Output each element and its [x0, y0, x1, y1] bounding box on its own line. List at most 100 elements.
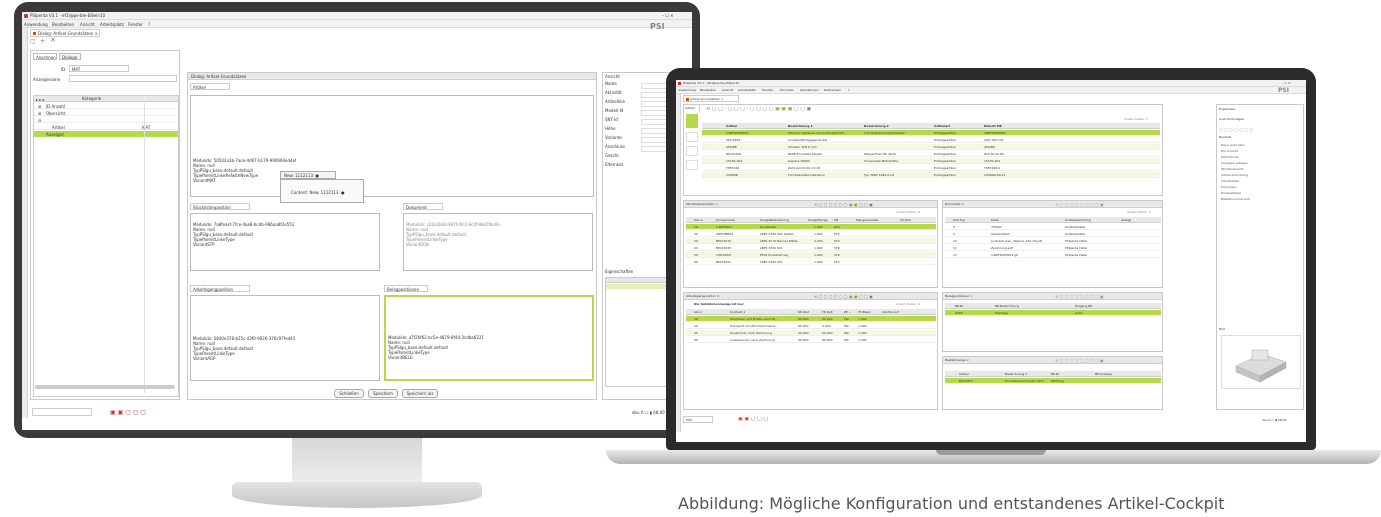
doku-table: Dok.Typ Datei Kurzbezeichnung Ablage 3 78… [945, 217, 1161, 287]
stueck-tab[interactable]: Stücklistenposition [190, 203, 250, 210]
save-button[interactable]: Speichern [368, 389, 398, 398]
sidebar-section-bauteile[interactable]: Bauteile [1219, 135, 1231, 140]
table-row[interactable]: 40 BPLS3045 LBPS 3300 001 1.000 STK [686, 245, 936, 251]
menu-bearbeiten[interactable]: Bearbeiten [52, 22, 74, 27]
arbeit-box[interactable]: Modulidx: 5840e378-b25c-43f0-9026-376c97… [190, 295, 380, 381]
laptop-doc-tab[interactable]: Artikel-Grundsätzen × [683, 95, 739, 102]
status-input[interactable] [32, 408, 92, 416]
beleg-panel: Belegpositionen × ⟲ ▢ ▢ ▢ ▢ ▢ ▢ ▢ ▢ ▣ BE… [942, 292, 1163, 352]
table-cell: Flansch, Gehäuse und Kontrolleinheit [788, 131, 844, 135]
table-row[interactable]: 10 protokoll_bau_datenre_001.V3.pdf PSIpen… [945, 238, 1161, 244]
close-button[interactable]: Schließen [334, 389, 364, 398]
lap-menu-operationen[interactable]: Operationen [800, 88, 819, 93]
sidebar-section-ergebnisse[interactable]: Ergebnisse [1219, 107, 1235, 112]
doku-tab[interactable]: Dokument [403, 203, 443, 210]
table-row[interactable]: BAH1877 Durchsteckschraube 1877 Wartung [945, 378, 1161, 384]
table-row[interactable]: 50 CW50009 PFIW Endaktierung 1.000 STK [686, 252, 936, 258]
bestell-toolbar[interactable]: ⟲ ▢ ▢ ▢ ▢ ▢ ▢ ▢ ▢ ▣ [1055, 358, 1104, 363]
tree-item[interactable]: ⊞ ID Anzahl [34, 103, 178, 109]
laptop-side-strip[interactable] [676, 94, 681, 432]
tree-item-selected[interactable]: Anzeigen [34, 131, 178, 137]
tree-item[interactable]: Artikel MAT [34, 124, 178, 130]
menu-help[interactable]: ? [148, 22, 150, 27]
lap-menu-arbeitsplatz[interactable]: Arbeitsplatz [738, 88, 756, 93]
beleg-tab[interactable]: Belegpositionen [384, 285, 428, 292]
artikel-side-icon[interactable] [686, 146, 698, 156]
side-strip[interactable] [22, 28, 28, 418]
table-row[interactable]: 0400 Montage extrn [945, 310, 1161, 316]
stueck-table: Pos.nr Komponente Kurzg/Bezeichnung Kurz… [686, 217, 936, 287]
table-cell: 10 [694, 317, 698, 321]
menu-arbeitsplatz[interactable]: Arbeitsplatz [100, 22, 124, 27]
lap-menu-bearbeiten[interactable]: Bearbeiten [700, 88, 716, 93]
table-row[interactable]: 13 1-BPF250M014.gif PSIpenta Datei [945, 252, 1161, 258]
delete-icon[interactable]: ✕ [50, 38, 56, 43]
sidebar-section-vorlagen[interactable]: Ansicht-Vorlagen [1219, 117, 1244, 122]
tab-anschnen[interactable]: Anschnen [33, 53, 57, 60]
table-row[interactable]: 30 Zusammen nach Zeichnung 90,000 60,000 Min… [686, 330, 936, 336]
arbeit-panel-title: Arbeitsgangposition × [686, 294, 720, 298]
artikel-side-icon[interactable] [686, 160, 698, 170]
beleg-box[interactable]: Modulidx: a7f26f62-bc5e-4879-8f44-3cdba6… [384, 295, 594, 381]
lap-menu-help[interactable]: ? [848, 88, 850, 93]
table-row[interactable]: 60 BPLS3041 LBPS 3300 001 1.000 STK [686, 259, 936, 265]
lap-menu-fenster[interactable]: Fenster [762, 88, 773, 93]
artikel-box[interactable]: Modulidx: 50502a1b-7ace-4d07-b179-990660… [190, 95, 594, 197]
stueck-box[interactable]: Modulidx: 7a8feacf-7fce-4ae8-bcdb-986aa8… [190, 213, 380, 271]
id-input[interactable]: MAT [69, 65, 129, 72]
table-row[interactable]: TP87226 Zahnrad Z=20 m=16 Eintragsartikel T… [702, 165, 1160, 171]
sidebar-item[interactable]: Bestellnummeraufl. [1221, 197, 1250, 203]
menu-anwendung[interactable]: Anwendung [24, 22, 48, 27]
doc-tab[interactable]: Dialog: Artikel-Grundsätzen × [30, 29, 100, 37]
doku-box[interactable]: Modulidx: c22a2b0d-9d7f-4fc2-9c0f-9be5fb… [403, 213, 593, 271]
table-cell: Wartung [1051, 379, 1064, 383]
table-row[interactable]: 1-BPF250M014 Flansch, Gehäuse und Kontrol… [702, 130, 1160, 136]
artikel-toolbar[interactable]: ⟲ ▢ ▢ · ▢ ▢ ▢ · ▢ ▢ ▢ ▢ ▣ ▣ ▣ ▢ ▢ ▣ [706, 107, 811, 112]
table-row[interactable]: BP231000 BAPE-Formteile Modell Wasserfluss… [702, 151, 1160, 157]
doku-toolbar[interactable]: ⟲ ▢ ▢ ▢ ▢ ▢ ▢ ▢ ▢ ▣ [1055, 202, 1104, 207]
lap-menu-ansicht[interactable]: Ansicht [722, 88, 733, 93]
beleg-toolbar[interactable]: ⟲ ▢ ▢ ▢ ▢ ▢ ▢ ▢ ▢ ▣ [1055, 294, 1104, 299]
table-row[interactable]: 10 1-BPF2001 Kundenfall 1.000 STK [686, 224, 936, 230]
laptop-status-input[interactable]: MAT [683, 416, 713, 423]
table-row[interactable]: 10 Montieren und Prüfen nach Vo... 60,000 6… [686, 316, 936, 322]
artikel-tab[interactable]: Artikel [190, 83, 230, 90]
save-as-button[interactable]: Speichern als [402, 389, 438, 398]
laptop-status-icons[interactable]: ▣ ▣ ▢ ▢ ▢ [738, 417, 768, 422]
table-row[interactable]: 3 78-Text Kurztextdatei [945, 224, 1161, 230]
table-row[interactable]: AMAB8 Scheibe, DIN 6 mm Eintragsartikel AMA… [702, 144, 1160, 150]
tree-item[interactable]: ⊟ [34, 117, 178, 123]
lap-menu-referenzen[interactable]: Referenzen [824, 88, 841, 93]
artikel-panel-tab[interactable]: Artikel [684, 105, 700, 112]
arbeit-toolbar[interactable]: ⟲ ▢ ▢ ▢ ▢ ▢ ▢ ▣ ▣ ▢ ▢ ▣ [814, 294, 873, 299]
table-row[interactable]: 11 Zeichnung.pdf PSIpenta Datei [945, 245, 1161, 251]
menu-fenster[interactable]: Fenster [128, 22, 143, 27]
popup-box[interactable]: Content: New: 1112113: ● [280, 179, 364, 203]
table-row[interactable]: 20 Transport von Montierennema... 60,000 0,… [686, 323, 936, 329]
anzeige-input[interactable] [69, 75, 177, 82]
table-row[interactable]: C09888 Formteilsatzkombination Typ 3880 12… [702, 172, 1160, 178]
table-row[interactable]: 250-6R01 Kunststoffentgegendeckel Eintrags… [702, 137, 1160, 143]
horizontal-scrollbar[interactable] [35, 385, 175, 389]
table-row[interactable]: 15182-002 Gepäck 1080X Universelle Möbelhö… [702, 158, 1160, 164]
sidebar-toolbar[interactable]: ▢ ▢ ▢ ▢ ▢ ▢ ▢ [1219, 127, 1253, 132]
artikel-main-icon[interactable] [686, 114, 698, 128]
tree-item[interactable]: ⊞ Übersicht [34, 110, 178, 116]
arbeit-tab[interactable]: Arbeitsgangposition [190, 285, 250, 292]
add-icon[interactable]: + [40, 39, 45, 44]
lap-menu-anwendung[interactable]: Anwendung [678, 88, 696, 93]
tab-dialoge[interactable]: Dialoge [59, 53, 81, 60]
table-row[interactable]: 5 Verkaufstext Kurztextdatei [945, 231, 1161, 237]
stueck-toolbar[interactable]: ⟲ ▢ ▢ ▢ ▢ ▢ ▢ ▣ ▣ ▢ ▢ ▣ [814, 202, 873, 207]
table-row[interactable]: 30 BPLS3070 LBPS 25.5t Banner Platte 2.000 S… [686, 238, 936, 244]
popup-title-bar[interactable]: New: 1112113: ● [280, 171, 336, 179]
window-controls[interactable]: – ☐ ✕ [662, 13, 673, 18]
status-icons[interactable]: ▣ ▣ ▢ ▢ ▢ [110, 410, 146, 415]
menu-ansicht[interactable]: Ansicht [80, 22, 95, 27]
save-icon[interactable]: ▢ [30, 39, 36, 44]
laptop-window-controls[interactable]: – ☐ ✕ [1282, 81, 1291, 85]
table-row[interactable]: 20 2BHOMN10 LBPS 3300 001 Stellen 1.000 STK [686, 231, 936, 237]
table-row[interactable]: 40 Ausbenenren nach Zeichnung 90,000 60,000… [686, 337, 936, 343]
artikel-side-icon[interactable] [686, 132, 698, 142]
lap-menu-favoriten[interactable]: Favoriten [780, 88, 794, 93]
